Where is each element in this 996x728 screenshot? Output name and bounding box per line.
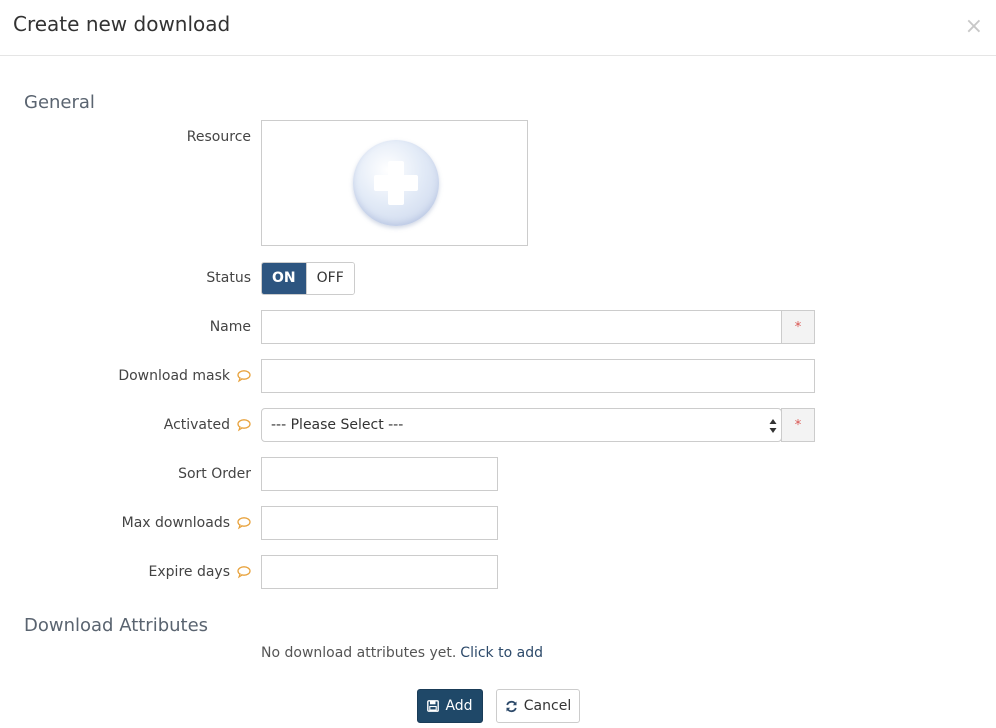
- download-mask-input[interactable]: [261, 359, 815, 393]
- status-label: Status: [206, 270, 251, 286]
- download-mask-label: Download mask: [118, 359, 251, 393]
- add-attribute-link[interactable]: Click to add: [460, 645, 543, 661]
- name-input[interactable]: [261, 310, 782, 344]
- comment-icon[interactable]: [237, 369, 251, 383]
- activated-select-value: --- Please Select ---: [271, 417, 404, 433]
- close-icon[interactable]: ×: [965, 16, 983, 38]
- floppy-disk-icon: [427, 700, 440, 712]
- plus-circle-icon[interactable]: [353, 140, 439, 226]
- name-required-marker: *: [781, 310, 815, 344]
- section-title-general: General: [24, 92, 95, 113]
- name-label: Name: [209, 319, 251, 335]
- refresh-icon: [506, 700, 517, 712]
- comment-icon[interactable]: [237, 418, 251, 432]
- sort-order-input[interactable]: [261, 457, 498, 491]
- cancel-button[interactable]: Cancel: [496, 689, 580, 723]
- expire-days-input[interactable]: [261, 555, 498, 589]
- activated-label: Activated: [164, 408, 251, 442]
- select-arrows-icon: [769, 419, 777, 433]
- resource-upload-box[interactable]: [261, 120, 528, 246]
- status-on-button[interactable]: ON: [262, 263, 306, 294]
- modal-title: Create new download: [13, 12, 231, 36]
- status-off-button[interactable]: OFF: [305, 263, 354, 294]
- modal-header: Create new download ×: [0, 0, 996, 56]
- add-button[interactable]: Add: [417, 689, 483, 723]
- activated-required-marker: *: [781, 408, 815, 442]
- activated-select[interactable]: --- Please Select ---: [261, 408, 782, 442]
- attributes-empty-message: No download attributes yet. Click to add: [261, 645, 543, 661]
- expire-days-label: Expire days: [149, 555, 251, 589]
- resource-label: Resource: [186, 129, 251, 145]
- comment-icon[interactable]: [237, 516, 251, 530]
- comment-icon[interactable]: [237, 565, 251, 579]
- section-title-attributes: Download Attributes: [24, 615, 209, 636]
- status-toggle[interactable]: ON OFF: [261, 262, 355, 295]
- sort-order-label: Sort Order: [178, 466, 251, 482]
- max-downloads-label: Max downloads: [122, 506, 251, 540]
- max-downloads-input[interactable]: [261, 506, 498, 540]
